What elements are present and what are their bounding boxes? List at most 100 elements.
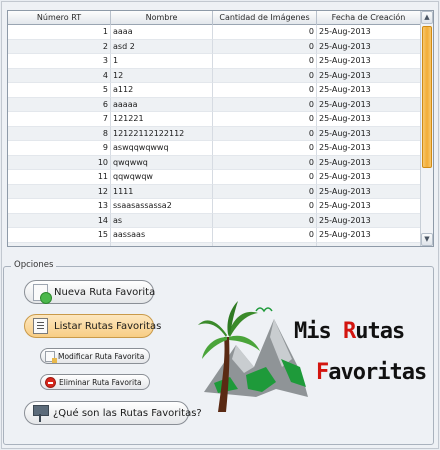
bird-icon — [255, 307, 273, 313]
cell-image-count: 0 — [213, 83, 317, 98]
scroll-down-icon[interactable]: ▼ — [421, 233, 433, 246]
table-row[interactable]: 7 121221 0 25-Aug-2013 — [8, 112, 421, 127]
cell-number: 4 — [8, 68, 111, 83]
cell-image-count: 0 — [213, 199, 317, 214]
cell-image-count: 0 — [213, 126, 317, 141]
edit-route-button[interactable]: Modificar Ruta Favorita — [40, 348, 150, 364]
cell-image-count: 0 — [213, 54, 317, 69]
cell-image-count: 0 — [213, 39, 317, 54]
cell-name: asd 2 — [111, 39, 213, 54]
cell-creation-date: 25-Aug-2013 — [317, 155, 421, 170]
cell-creation-date: 25-Aug-2013 — [317, 112, 421, 127]
cell-name: 12 — [111, 68, 213, 83]
new-route-icon — [33, 283, 52, 304]
cell-name: as — [111, 213, 213, 228]
cell-number: 11 — [8, 170, 111, 185]
routes-table[interactable]: Número RT Nombre Cantidad de Imágenes Fe… — [7, 10, 434, 247]
help-button[interactable]: ¿Qué son las Rutas Favoritas? — [24, 401, 202, 425]
mis-rutas-favoritas-logo: Mis Rutas Favoritas — [196, 297, 427, 417]
cell-number: 7 — [8, 112, 111, 127]
cell-name: aassaas — [111, 228, 213, 243]
cell-name: qwqwwq — [111, 155, 213, 170]
cell-creation-date: 25-Aug-2013 — [317, 54, 421, 69]
table-row[interactable]: 13 ssaasassassa2 0 25-Aug-2013 — [8, 199, 421, 214]
cell-image-count: 0 — [213, 213, 317, 228]
cell-creation-date: 25-Aug-2013 — [317, 213, 421, 228]
cell-number: 2 — [8, 39, 111, 54]
column-header-number[interactable]: Número RT — [8, 11, 111, 25]
cell-name: aaaaa — [111, 97, 213, 112]
column-header-image-count[interactable]: Cantidad de Imágenes — [213, 11, 317, 25]
cell-creation-date: 25-Aug-2013 — [317, 83, 421, 98]
cell-name: 1111 — [111, 184, 213, 199]
cell-image-count: 0 — [213, 68, 317, 83]
cell-number: 14 — [8, 213, 111, 228]
cell-creation-date: 25-Aug-2013 — [317, 184, 421, 199]
cell-image-count: 0 — [213, 112, 317, 127]
cell-creation-date: 25-Aug-2013 — [317, 39, 421, 54]
cell-image-count: 0 — [213, 242, 317, 246]
table-row[interactable]: 5 a112 0 25-Aug-2013 — [8, 83, 421, 98]
list-routes-button[interactable]: Listar Rutas Favoritas — [24, 314, 161, 338]
cell-number: 5 — [8, 83, 111, 98]
delete-route-label: Eliminar Ruta Favorita — [59, 377, 142, 387]
table-row[interactable]: 6 aaaaa 0 25-Aug-2013 — [8, 97, 421, 112]
table-row[interactable]: 4 12 0 25-Aug-2013 — [8, 68, 421, 83]
table-body: 1 aaaa 0 25-Aug-2013 2 asd 2 0 25-Aug-2013 3 1 0 25… — [8, 25, 421, 246]
cell-creation-date: 25-Aug-2013 — [317, 170, 421, 185]
table-row[interactable]: 3 1 0 25-Aug-2013 — [8, 54, 421, 69]
cell-number: 1 — [8, 25, 111, 40]
cell-creation-date: 25-Aug-2013 — [317, 228, 421, 243]
cell-image-count: 0 — [213, 228, 317, 243]
table-header: Número RT Nombre Cantidad de Imágenes Fe… — [8, 11, 421, 25]
table-row[interactable]: 2 asd 2 0 25-Aug-2013 — [8, 39, 421, 54]
column-header-creation-date[interactable]: Fecha de Creación — [317, 11, 421, 25]
list-routes-label: Listar Rutas Favoritas — [54, 320, 162, 332]
help-label: ¿Qué son las Rutas Favoritas? — [53, 407, 202, 419]
cell-number: 3 — [8, 54, 111, 69]
table-row[interactable]: 14 as 0 25-Aug-2013 — [8, 213, 421, 228]
delete-icon — [45, 376, 56, 388]
logo-title-line1: Mis Rutas — [294, 319, 405, 344]
cell-creation-date: 25-Aug-2013 — [317, 97, 421, 112]
cell-name: 1 — [111, 54, 213, 69]
table-row[interactable]: 10 qwqwwq 0 25-Aug-2013 — [8, 155, 421, 170]
cell-creation-date: 25-Aug-2013 — [317, 126, 421, 141]
cell-name: qqwqwqw — [111, 170, 213, 185]
cell-name: 121221 — [111, 112, 213, 127]
cell-name: s — [111, 242, 213, 246]
list-icon — [33, 318, 48, 334]
cell-name: a112 — [111, 83, 213, 98]
table-row[interactable]: 16s025-Aug-2013 — [8, 242, 421, 246]
cell-name: ssaasassassa2 — [111, 199, 213, 214]
table-row[interactable]: 12 1111 0 25-Aug-2013 — [8, 184, 421, 199]
cell-number: 6 — [8, 97, 111, 112]
table-row[interactable]: 9 aswqqwqwwq 0 25-Aug-2013 — [8, 141, 421, 156]
new-route-button[interactable]: Nueva Ruta Favorita — [24, 280, 156, 304]
cell-number: 12 — [8, 184, 111, 199]
delete-route-button[interactable]: Eliminar Ruta Favorita — [40, 374, 150, 390]
table-row[interactable]: 15 aassaas 0 25-Aug-2013 — [8, 228, 421, 243]
edit-icon — [45, 350, 57, 363]
cell-image-count: 0 — [213, 25, 317, 40]
cell-image-count: 0 — [213, 184, 317, 199]
vertical-scrollbar[interactable]: ▲ ▼ — [420, 11, 433, 246]
table-row[interactable]: 1 aaaa 0 25-Aug-2013 — [8, 25, 421, 40]
logo-title-line2: Favoritas — [316, 360, 427, 385]
scroll-up-icon[interactable]: ▲ — [421, 11, 433, 24]
column-header-name[interactable]: Nombre — [111, 11, 213, 25]
table-row[interactable]: 11 qqwqwqw 0 25-Aug-2013 — [8, 170, 421, 185]
cell-name: aaaa — [111, 25, 213, 40]
help-sign-icon — [33, 404, 49, 422]
cell-number: 9 — [8, 141, 111, 156]
cell-number: 15 — [8, 228, 111, 243]
new-route-label: Nueva Ruta Favorita — [54, 286, 156, 298]
cell-number: 8 — [8, 126, 111, 141]
cell-image-count: 0 — [213, 97, 317, 112]
scroll-thumb[interactable] — [422, 26, 432, 168]
mountain-icon — [204, 319, 308, 397]
cell-name: aswqqwqwwq — [111, 141, 213, 156]
options-title: Opciones — [11, 260, 57, 270]
cell-creation-date: 25-Aug-2013 — [317, 199, 421, 214]
table-row[interactable]: 8 12122112122112 0 25-Aug-2013 — [8, 126, 421, 141]
